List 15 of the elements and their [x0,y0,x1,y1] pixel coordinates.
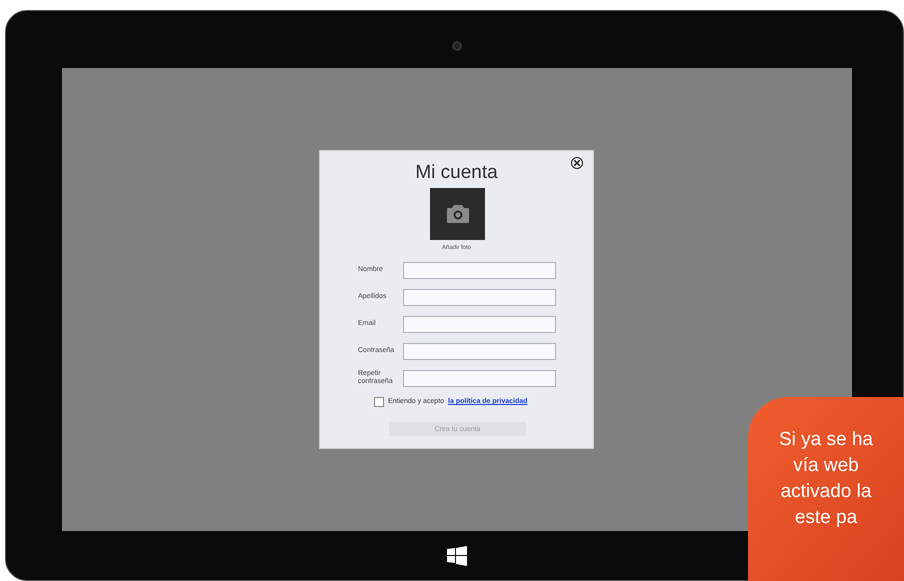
callout-text: este pa [794,506,858,530]
callout-text: vía web [792,454,860,478]
camera-icon [446,205,468,223]
text-input-field[interactable] [403,289,556,306]
text-input-field[interactable] [403,262,556,279]
dialog-title: Mi cuenta [414,161,499,185]
windows-logo-icon [447,546,467,566]
text-input-field[interactable] [403,343,556,360]
add-photo-button[interactable] [430,188,485,240]
callout-text: Si ya se ha [778,428,874,452]
text-input-field[interactable] [403,316,556,333]
callout-text: activado la [780,480,872,504]
close-icon[interactable] [571,157,583,169]
text-input-field[interactable] [403,370,556,387]
consent-checkbox[interactable] [374,397,384,408]
